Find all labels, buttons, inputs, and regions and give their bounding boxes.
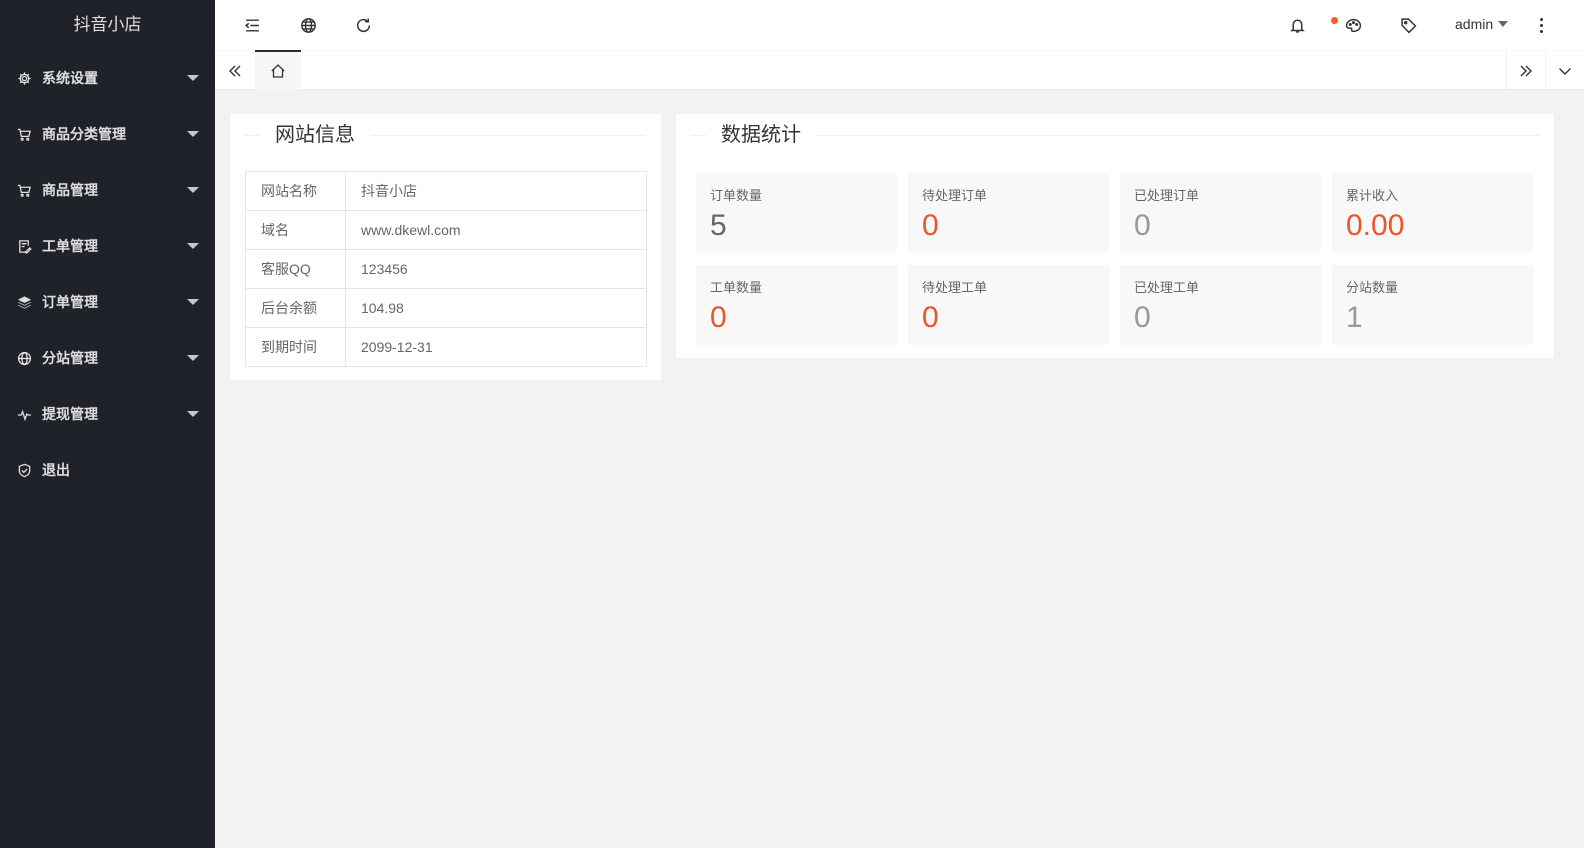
tabs-right-controls [1506, 51, 1584, 90]
stat-label: 待处理订单 [922, 188, 988, 203]
globe-icon [16, 350, 32, 366]
tabs-scroll-left-icon[interactable] [215, 51, 255, 90]
user-menu[interactable]: admin [1455, 16, 1509, 32]
stat-label: 订单数量 [710, 188, 763, 203]
stat-order-count: 订单数量 5 [696, 173, 897, 253]
sidebar-item-label: 工单管理 [42, 238, 98, 254]
page-tabs-bar [215, 50, 1584, 90]
tabs-scroll-right-icon[interactable] [1506, 51, 1545, 90]
notification-dot [1331, 17, 1338, 24]
caret-down-icon [187, 355, 199, 361]
stat-label: 分站数量 [1346, 280, 1399, 295]
stat-value: 0 [1134, 209, 1151, 242]
caret-down-icon [187, 187, 199, 193]
stat-processed-tickets: 已处理工单 0 [1120, 265, 1321, 345]
pulse-icon [16, 406, 32, 422]
row-key: 客服QQ [245, 249, 346, 289]
table-row: 到期时间 2099-12-31 [245, 327, 647, 367]
row-value: 2099-12-31 [345, 327, 647, 367]
stat-value: 0 [710, 301, 727, 334]
row-key: 到期时间 [245, 327, 346, 367]
stat-label: 已处理订单 [1134, 188, 1200, 203]
sidebar-item-label: 商品管理 [42, 182, 98, 198]
sidebar-menu: 系统设置 商品分类管理 商品管理 工单管理 订单管理 分站管理 提现管理 退出 [0, 50, 215, 498]
table-row: 后台余额 104.98 [245, 288, 647, 328]
stat-value: 0 [922, 209, 939, 242]
stat-value: 0.00 [1346, 209, 1405, 242]
tabs-dropdown-icon[interactable] [1545, 51, 1584, 90]
sidebar-item-order-management[interactable]: 订单管理 [0, 274, 215, 330]
sidebar-item-label: 商品分类管理 [42, 126, 126, 142]
stat-pending-tickets: 待处理工单 0 [908, 265, 1109, 345]
gear-icon [16, 70, 32, 86]
caret-down-icon [187, 75, 199, 81]
menu-collapse-icon[interactable] [242, 15, 262, 35]
refresh-icon[interactable] [353, 15, 373, 35]
table-row: 域名 www.dkewl.com [245, 210, 647, 250]
card-title: 网站信息 [245, 124, 646, 146]
shield-check-icon [16, 462, 32, 478]
caret-down-icon [187, 299, 199, 305]
username: admin [1455, 16, 1494, 32]
caret-down-icon [187, 131, 199, 137]
sidebar-item-product-management[interactable]: 商品管理 [0, 162, 215, 218]
stat-value: 5 [710, 209, 727, 242]
sidebar-item-label: 分站管理 [42, 350, 98, 366]
row-key: 后台余额 [245, 288, 346, 328]
sidebar: 抖音小店 系统设置 商品分类管理 商品管理 工单管理 订单管理 分站管理 提现管… [0, 0, 215, 848]
stat-label: 待处理工单 [922, 280, 988, 295]
table-row: 客服QQ 123456 [245, 249, 647, 289]
bell-icon[interactable] [1287, 15, 1307, 35]
card-title: 数据统计 [691, 124, 1539, 146]
row-value: 123456 [345, 249, 647, 289]
sidebar-item-withdraw-management[interactable]: 提现管理 [0, 386, 215, 442]
globe-icon[interactable] [298, 15, 318, 35]
app-logo: 抖音小店 [73, 15, 142, 34]
stat-substation-count: 分站数量 1 [1332, 265, 1533, 345]
cart-icon [16, 182, 32, 198]
stat-total-income: 累计收入 0.00 [1332, 173, 1533, 253]
sidebar-item-logout[interactable]: 退出 [0, 442, 215, 498]
row-value: 抖音小店 [345, 171, 647, 211]
site-info-table: 网站名称 抖音小店 域名 www.dkewl.com 客服QQ 123456 后… [245, 171, 647, 367]
top-header: admin [215, 0, 1584, 50]
sidebar-item-label: 退出 [42, 462, 70, 478]
palette-icon[interactable] [1343, 15, 1363, 35]
stat-value: 0 [922, 301, 939, 334]
ticket-edit-icon [16, 238, 32, 254]
sidebar-item-system-settings[interactable]: 系统设置 [0, 50, 215, 106]
layers-icon [16, 294, 32, 310]
stat-value: 0 [1134, 301, 1151, 334]
stat-label: 已处理工单 [1134, 280, 1200, 295]
sidebar-item-label: 订单管理 [42, 294, 98, 310]
stat-label: 累计收入 [1346, 188, 1399, 203]
cart-icon [16, 126, 32, 142]
stat-value: 1 [1346, 301, 1363, 334]
stats-title: 数据统计 [706, 124, 816, 146]
sidebar-item-label: 系统设置 [42, 70, 98, 86]
row-value: 104.98 [345, 288, 647, 328]
stat-pending-orders: 待处理订单 0 [908, 173, 1109, 253]
caret-down-icon [187, 243, 199, 249]
sidebar-item-category-management[interactable]: 商品分类管理 [0, 106, 215, 162]
tag-icon[interactable] [1398, 15, 1418, 35]
sidebar-item-ticket-management[interactable]: 工单管理 [0, 218, 215, 274]
site-info-title: 网站信息 [260, 124, 370, 146]
row-value: www.dkewl.com [345, 210, 647, 250]
tab-home[interactable] [255, 50, 301, 90]
caret-down-icon [1498, 21, 1509, 27]
more-vertical-icon[interactable] [1531, 15, 1551, 35]
row-key: 网站名称 [245, 171, 346, 211]
caret-down-icon [187, 411, 199, 417]
stat-label: 工单数量 [710, 280, 763, 295]
sidebar-item-substation-management[interactable]: 分站管理 [0, 330, 215, 386]
site-info-card: 网站信息 网站名称 抖音小店 域名 www.dkewl.com 客服QQ 123… [230, 114, 661, 380]
row-key: 域名 [245, 210, 346, 250]
stat-processed-orders: 已处理订单 0 [1120, 173, 1321, 253]
stat-ticket-count: 工单数量 0 [696, 265, 897, 345]
home-icon [271, 64, 285, 78]
table-row: 网站名称 抖音小店 [245, 171, 647, 211]
sidebar-item-label: 提现管理 [42, 406, 98, 422]
stats-card: 数据统计 订单数量 5 待处理订单 0 已处理订单 0 累计收入 0.00 工单… [676, 114, 1554, 358]
